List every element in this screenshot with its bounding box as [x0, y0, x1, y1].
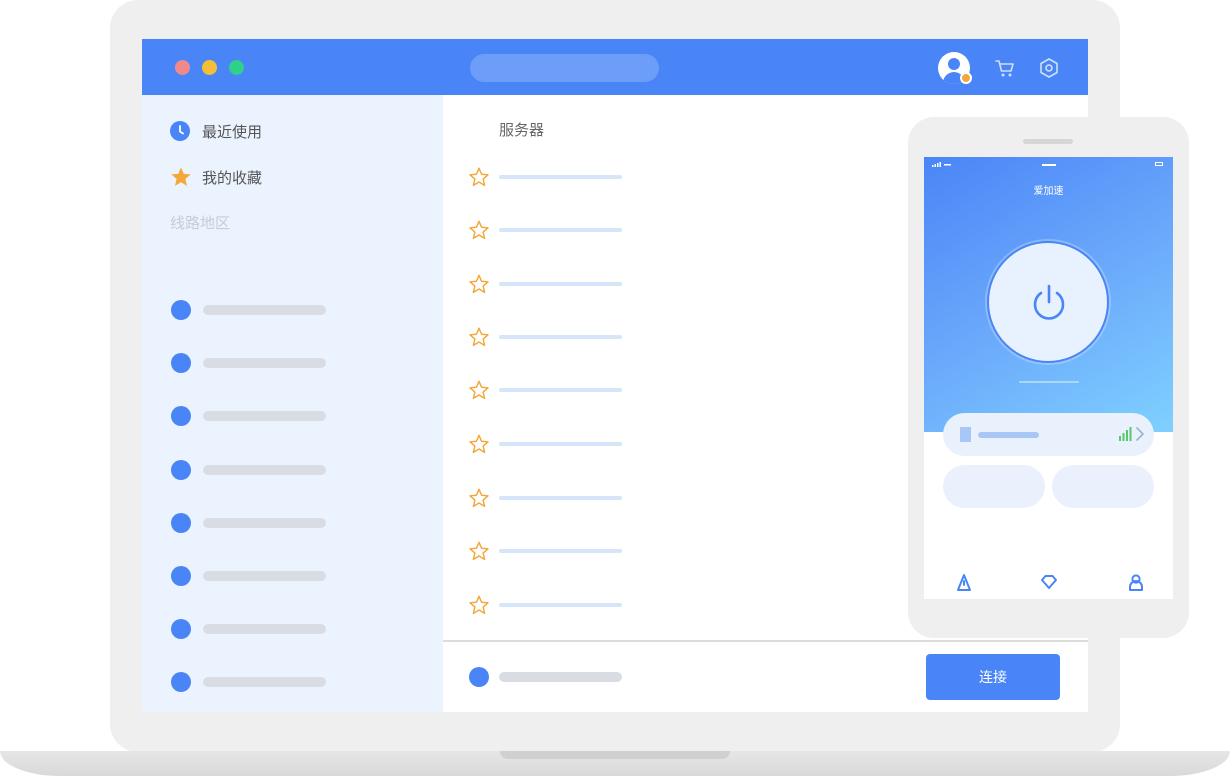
- server-name-placeholder: [499, 388, 622, 392]
- cellular-icon: [932, 162, 951, 167]
- region-label-placeholder: [203, 624, 326, 634]
- star-outline-icon[interactable]: [468, 487, 490, 509]
- region-item[interactable]: [171, 352, 326, 374]
- power-button[interactable]: [987, 241, 1109, 363]
- phone-frame: 爱加速: [908, 117, 1189, 638]
- region-dot-icon: [171, 619, 191, 639]
- power-icon: [1033, 284, 1065, 320]
- server-name-placeholder: [499, 496, 622, 500]
- server-row[interactable]: [468, 166, 622, 188]
- gear-icon[interactable]: [1038, 57, 1060, 79]
- server-row[interactable]: [468, 326, 622, 348]
- server-row[interactable]: [468, 379, 622, 401]
- search-bar[interactable]: [470, 54, 659, 82]
- region-dot-icon: [171, 300, 191, 320]
- laptop-notch: [500, 751, 730, 759]
- connect-button[interactable]: 连接: [926, 654, 1060, 700]
- region-label-placeholder: [203, 571, 326, 581]
- maximize-window-button[interactable]: [229, 60, 244, 75]
- region-dot-icon: [171, 513, 191, 533]
- hero-divider: [1019, 381, 1079, 383]
- star-outline-icon[interactable]: [468, 433, 490, 455]
- minimize-window-button[interactable]: [202, 60, 217, 75]
- sidebar-item-recent[interactable]: 最近使用: [170, 119, 262, 143]
- region-label-placeholder: [203, 411, 326, 421]
- battery-icon: [1155, 162, 1163, 166]
- server-name-placeholder: [499, 335, 622, 339]
- server-name-placeholder: [499, 228, 622, 232]
- region-item[interactable]: [171, 405, 326, 427]
- star-outline-icon[interactable]: [468, 273, 490, 295]
- star-outline-icon[interactable]: [468, 540, 490, 562]
- diamond-icon[interactable]: [1040, 573, 1058, 591]
- server-flag-placeholder: [960, 427, 971, 442]
- app-title: 爱加速: [1033, 186, 1064, 197]
- server-row[interactable]: [468, 433, 622, 455]
- page-title: 服务器: [499, 121, 545, 139]
- cart-icon[interactable]: [994, 57, 1016, 79]
- region-label-placeholder: [203, 358, 326, 368]
- signal-icon: [1119, 427, 1132, 441]
- region-item[interactable]: [171, 459, 326, 481]
- region-dot-icon: [171, 566, 191, 586]
- footer-bar: 连接: [443, 642, 1088, 712]
- edit-badge-icon: [960, 72, 972, 84]
- region-label-placeholder: [203, 305, 326, 315]
- user-icon[interactable]: [1127, 573, 1145, 591]
- region-label-placeholder: [203, 677, 326, 687]
- phone-screen: 爱加速: [924, 157, 1173, 599]
- server-name-placeholder: [499, 175, 622, 179]
- star-outline-icon[interactable]: [468, 326, 490, 348]
- server-name-placeholder: [978, 432, 1039, 438]
- sidebar-item-label: 最近使用: [202, 122, 263, 141]
- chevron-right-icon: [1136, 427, 1144, 441]
- phone-speaker: [1023, 139, 1073, 144]
- server-name-placeholder: [499, 549, 622, 553]
- section-heading: 线路地区: [170, 214, 231, 232]
- sidebar: 最近使用 我的收藏 线路地区: [142, 95, 443, 712]
- region-item[interactable]: [171, 512, 326, 534]
- region-item[interactable]: [171, 618, 326, 640]
- star-outline-icon[interactable]: [468, 594, 490, 616]
- sidebar-item-favorites[interactable]: 我的收藏: [170, 165, 262, 189]
- server-row[interactable]: [468, 487, 622, 509]
- region-dot-icon: [171, 406, 191, 426]
- server-row[interactable]: [468, 594, 622, 616]
- title-bar: [142, 39, 1088, 95]
- region-dot-icon: [171, 672, 191, 692]
- server-row[interactable]: [468, 219, 622, 241]
- selected-server-placeholder: [499, 672, 622, 682]
- star-outline-icon[interactable]: [468, 379, 490, 401]
- speed-icon[interactable]: [955, 573, 973, 591]
- stage: 最近使用 我的收藏 线路地区 服务器 连接 爱加速: [0, 0, 1230, 776]
- region-dot-icon: [171, 353, 191, 373]
- server-name-placeholder: [499, 603, 622, 607]
- sidebar-item-label: 我的收藏: [202, 168, 263, 187]
- server-row[interactable]: [468, 273, 622, 295]
- star-outline-icon[interactable]: [468, 219, 490, 241]
- region-label-placeholder: [203, 465, 326, 475]
- phone-option-button[interactable]: [1052, 465, 1154, 508]
- region-label-placeholder: [203, 518, 326, 528]
- server-row[interactable]: [468, 540, 622, 562]
- region-item[interactable]: [171, 565, 326, 587]
- region-item[interactable]: [171, 299, 326, 321]
- selected-server-dot-icon: [469, 667, 489, 687]
- phone-server-card[interactable]: [943, 413, 1154, 456]
- status-time-placeholder: [1042, 164, 1056, 166]
- region-item[interactable]: [171, 671, 326, 693]
- star-icon: [171, 167, 191, 186]
- region-dot-icon: [171, 460, 191, 480]
- phone-option-button[interactable]: [943, 465, 1045, 508]
- phone-hero: 爱加速: [924, 157, 1173, 432]
- clock-icon: [170, 121, 190, 141]
- server-name-placeholder: [499, 442, 622, 446]
- server-name-placeholder: [499, 282, 622, 286]
- close-window-button[interactable]: [175, 60, 190, 75]
- star-outline-icon[interactable]: [468, 166, 490, 188]
